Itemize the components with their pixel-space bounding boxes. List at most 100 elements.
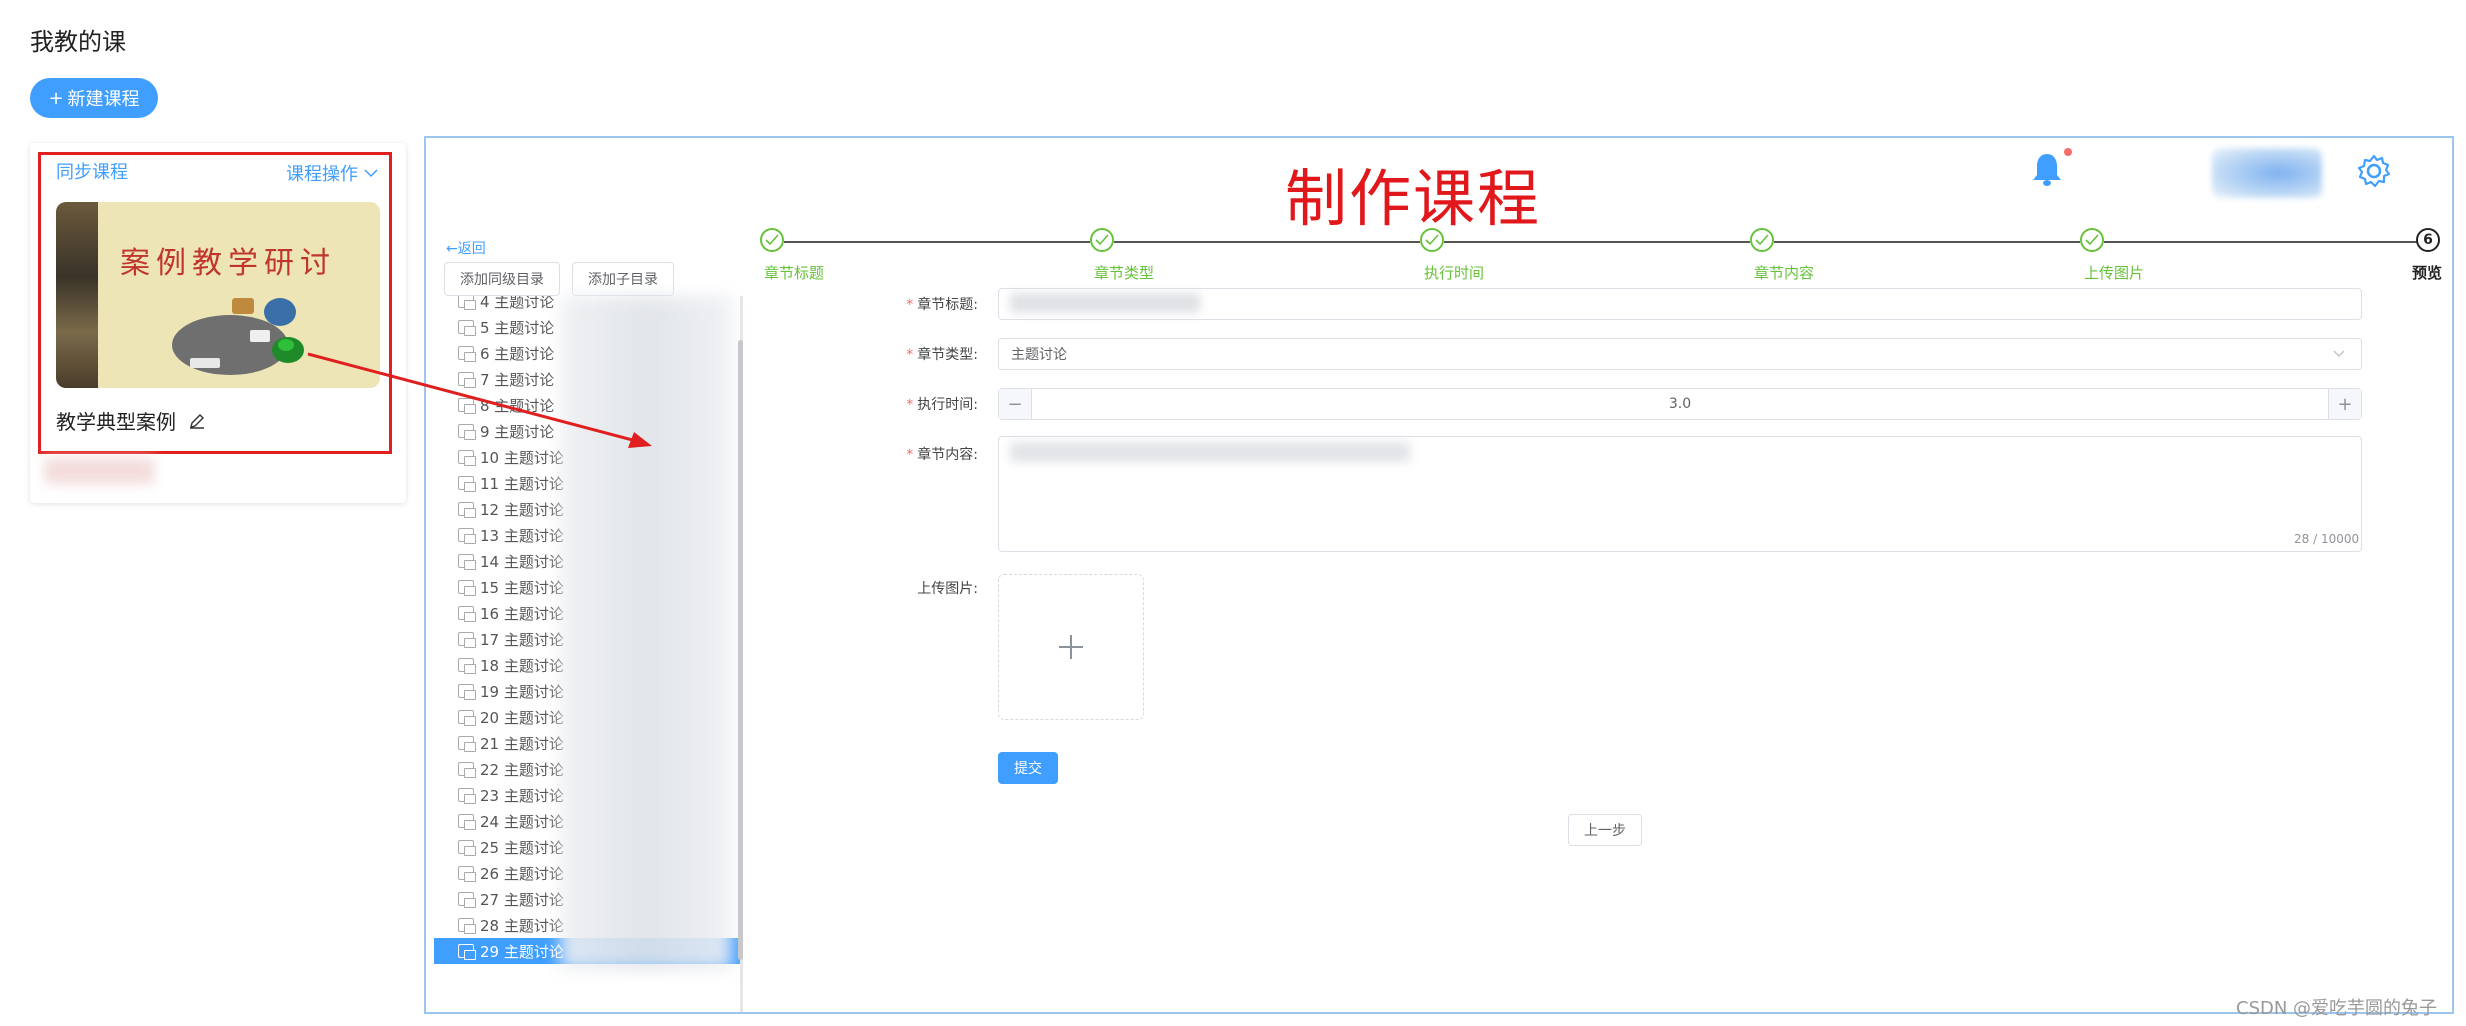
tree-item-label: 27 主题讨论 <box>480 890 564 909</box>
step-connector <box>2104 241 2422 243</box>
tree-item-label: 19 主题讨论 <box>480 682 564 701</box>
course-ops-label: 课程操作 <box>286 164 358 185</box>
chapter-type-label: * 章节类型: <box>906 347 978 363</box>
tree-item-label: 24 主题讨论 <box>480 812 564 831</box>
blurred-content-value <box>1010 442 1410 462</box>
editor-big-title: 制作课程 <box>1285 162 1542 235</box>
new-course-label: 新建课程 <box>67 89 140 110</box>
folder-icon <box>458 944 476 960</box>
exec-time-value: 3.0 <box>1668 396 1692 412</box>
folder-icon <box>458 788 476 804</box>
page-title: 我教的课 <box>30 28 126 56</box>
increment-button[interactable]: + <box>2328 389 2361 419</box>
tree-item-label: 26 主题讨论 <box>480 864 564 883</box>
course-ops-dropdown[interactable]: 课程操作 <box>286 160 378 186</box>
blurred-course-meta <box>44 458 154 484</box>
cover-decoration-strip <box>56 202 98 388</box>
tree-item-label: 7 主题讨论 <box>480 370 555 389</box>
folder-icon <box>458 684 476 700</box>
upload-image-label: 上传图片: <box>917 581 978 597</box>
tree-item-label: 13 主题讨论 <box>480 526 564 545</box>
folder-icon <box>458 866 476 882</box>
step-connector <box>1444 241 1750 243</box>
chapter-title-input[interactable] <box>998 288 2362 320</box>
folder-icon <box>458 398 476 414</box>
folder-icon <box>458 814 476 830</box>
tree-item-label: 16 主题讨论 <box>480 604 564 623</box>
avatar[interactable] <box>2212 148 2322 198</box>
tree-item-label: 15 主题讨论 <box>480 578 564 597</box>
exec-time-stepper[interactable]: − 3.0 + <box>998 388 2362 420</box>
step-connector <box>1774 241 2080 243</box>
sync-course-link[interactable]: 同步课程 <box>56 158 128 184</box>
watermark: CSDN @爱吃芋圆的兔子 <box>2236 998 2438 1019</box>
folder-icon <box>458 424 476 440</box>
folder-icon <box>458 710 476 726</box>
back-label: 返回 <box>457 241 486 257</box>
folder-icon <box>458 476 476 492</box>
tree-item-label: 6 主题讨论 <box>480 344 555 363</box>
folder-icon <box>458 528 476 544</box>
folder-icon <box>458 580 476 596</box>
tree-item-label: 17 主题讨论 <box>480 630 564 649</box>
step-connector <box>1114 241 1420 243</box>
chapter-type-select[interactable]: 主题讨论 <box>998 338 2362 370</box>
gear-icon[interactable] <box>2356 153 2392 189</box>
add-child-dir-button[interactable]: 添加子目录 <box>572 262 674 296</box>
tree-item-label: 8 主题讨论 <box>480 396 555 415</box>
tree-item-label: 11 主题讨论 <box>480 474 564 493</box>
content-char-count: 28 / 10000 <box>2294 532 2360 546</box>
step-current-number: 6 <box>2416 228 2440 252</box>
folder-icon <box>458 918 476 934</box>
tree-scrollbar[interactable] <box>738 340 743 960</box>
step-check-icon <box>2080 228 2104 252</box>
step-check-icon <box>1420 228 1444 252</box>
cover-title-text: 案例教学研讨 <box>120 246 336 281</box>
chapter-title-label: * 章节标题: <box>906 297 978 313</box>
steps-progress: 章节标题 章节类型 执行时间 章节内容 上传图片 6 预览 <box>760 228 2450 288</box>
bell-icon[interactable] <box>2030 150 2064 188</box>
tree-item-label: 10 主题讨论 <box>480 448 564 467</box>
step-label: 执行时间 <box>1424 264 1485 282</box>
arrow-left-icon: ← <box>446 241 458 257</box>
submit-button[interactable]: 提交 <box>998 752 1058 784</box>
tree-item-label: 4 主题讨论 <box>480 296 555 311</box>
tree-item-label: 29 主题讨论 <box>480 942 564 961</box>
folder-icon <box>458 736 476 752</box>
folder-icon <box>458 632 476 648</box>
notification-dot <box>2064 148 2072 156</box>
folder-icon <box>458 296 476 310</box>
edit-pencil-icon[interactable] <box>188 412 206 430</box>
add-sibling-dir-button[interactable]: 添加同级目录 <box>444 262 560 296</box>
step-check-icon <box>1090 228 1114 252</box>
decrement-button[interactable]: − <box>999 389 1032 419</box>
folder-icon <box>458 502 476 518</box>
step-label: 上传图片 <box>2084 264 2145 282</box>
back-link[interactable]: ←返回 <box>446 238 486 258</box>
tree-item-label: 25 主题讨论 <box>480 838 564 857</box>
tree-item-label: 18 主题讨论 <box>480 656 564 675</box>
blurred-title-value <box>1010 293 1200 313</box>
image-upload-box[interactable] <box>998 574 1144 720</box>
prev-step-button[interactable]: 上一步 <box>1568 814 1642 846</box>
tree-item-label: 5 主题讨论 <box>480 318 555 337</box>
blurred-tree-titles <box>560 296 732 970</box>
folder-icon <box>458 372 476 388</box>
new-course-button[interactable]: + 新建课程 <box>30 78 158 118</box>
step-label: 章节标题 <box>764 264 825 282</box>
step-label: 章节内容 <box>1754 264 1815 282</box>
exec-time-label: * 执行时间: <box>906 397 978 413</box>
tree-item-label: 28 主题讨论 <box>480 916 564 935</box>
meeting-table-illustration <box>172 298 304 375</box>
step-connector <box>784 241 1090 243</box>
folder-icon <box>458 762 476 778</box>
tree-item-label: 21 主题讨论 <box>480 734 564 753</box>
tree-item-label: 23 主题讨论 <box>480 786 564 805</box>
step-check-icon <box>1750 228 1774 252</box>
course-cover-image[interactable]: 案例教学研讨 <box>56 202 380 388</box>
plus-icon: + <box>48 87 64 109</box>
tree-item-label: 12 主题讨论 <box>480 500 564 519</box>
step-label: 章节类型 <box>1094 264 1155 282</box>
plus-icon <box>1059 635 1083 659</box>
step-check-icon <box>760 228 784 252</box>
